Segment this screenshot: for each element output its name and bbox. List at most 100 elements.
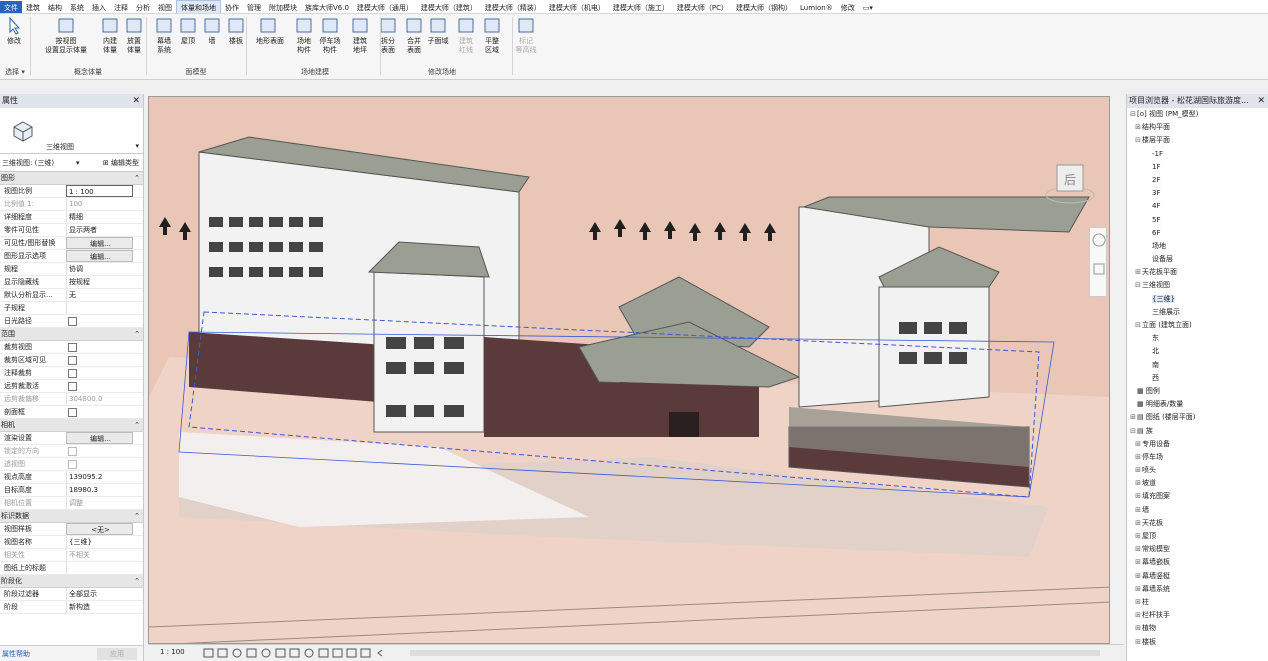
viewport-scrollbar[interactable] — [1112, 96, 1124, 644]
menu-item[interactable]: 修改 — [837, 1, 859, 13]
menu-item[interactable]: Lumion® — [796, 1, 837, 13]
menu-item[interactable]: 建模大师（精装） — [481, 1, 545, 13]
ribbon-button[interactable]: 内建 体量 — [98, 17, 122, 55]
menu-item[interactable]: 建模大师（施工） — [609, 1, 673, 13]
property-checkbox[interactable] — [68, 317, 77, 326]
3d-viewport[interactable]: 后 — [148, 96, 1110, 644]
browser-node[interactable]: ⊞天花板平面 — [1127, 266, 1268, 279]
property-checkbox[interactable] — [68, 460, 77, 469]
ribbon-button[interactable]: 按视图 设置显示体量 — [38, 17, 94, 55]
expand-icon[interactable]: ⊞ — [1134, 464, 1142, 477]
browser-node[interactable]: {三维} — [1127, 293, 1268, 306]
browser-node[interactable]: ⊞▤ 图纸 (楼层平面) — [1127, 411, 1268, 424]
property-value[interactable]: 1 : 100 — [66, 185, 133, 197]
browser-node[interactable]: ⊞栏杆扶手 — [1127, 609, 1268, 622]
browser-node[interactable]: ⊞植物 — [1127, 622, 1268, 635]
menu-item[interactable]: 管理 — [243, 1, 265, 13]
property-section[interactable]: 范围 ⌃ — [0, 328, 143, 341]
property-value[interactable]: 18980.3 — [66, 484, 133, 496]
menu-item[interactable]: 插入 — [88, 1, 110, 13]
menu-item[interactable]: 建筑 — [22, 1, 44, 13]
expand-icon[interactable]: ⊞ — [1129, 411, 1137, 424]
expand-icon[interactable]: ⊟ — [1129, 108, 1137, 121]
ribbon-button[interactable]: 放置 体量 — [122, 17, 146, 55]
property-checkbox[interactable] — [68, 382, 77, 391]
property-section[interactable]: 阶段化 ⌃ — [0, 575, 143, 588]
expand-icon[interactable]: ⊞ — [1134, 477, 1142, 490]
browser-node[interactable]: ⊟▤ 族 — [1127, 425, 1268, 438]
instance-filter[interactable]: 三维视图: (三维) — [2, 159, 54, 167]
property-value[interactable]: 协调 — [66, 263, 133, 275]
collapse-icon[interactable]: ⌃ — [134, 328, 140, 341]
ribbon-button[interactable]: 幕墙 系统 — [152, 17, 176, 55]
menu-item[interactable]: 建模大师（建筑） — [417, 1, 481, 13]
expand-icon[interactable]: ⊞ — [1134, 570, 1142, 583]
expand-icon[interactable]: ⊞ — [1134, 517, 1142, 530]
browser-node[interactable]: 3F — [1127, 187, 1268, 200]
horizontal-scrollbar[interactable] — [410, 650, 1100, 656]
browser-node[interactable]: ⊟楼层平面 — [1127, 134, 1268, 147]
browser-node[interactable]: ⊞常规模型 — [1127, 543, 1268, 556]
expand-icon[interactable]: ⊟ — [1134, 134, 1142, 147]
browser-node[interactable]: ⊞坡道 — [1127, 477, 1268, 490]
property-value[interactable]: 无 — [66, 289, 133, 301]
browser-node[interactable]: 2F — [1127, 174, 1268, 187]
menu-item[interactable]: 建模大师（PC） — [673, 1, 732, 13]
expand-icon[interactable]: ⊞ — [1134, 504, 1142, 517]
property-section[interactable]: 图形 ⌃ — [0, 172, 143, 185]
property-checkbox[interactable] — [68, 369, 77, 378]
expand-icon[interactable]: ⊞ — [1134, 121, 1142, 134]
properties-help-link[interactable]: 属性帮助 — [2, 649, 30, 659]
property-value[interactable]: <无> — [66, 523, 133, 535]
menu-item[interactable]: 文件 — [0, 1, 22, 13]
property-value[interactable] — [66, 302, 133, 314]
property-value[interactable]: 139095.2 — [66, 471, 133, 483]
property-value[interactable]: 编辑... — [66, 237, 133, 249]
browser-node[interactable]: 6F — [1127, 227, 1268, 240]
browser-node[interactable]: ⊟三维视图 — [1127, 279, 1268, 292]
expand-icon[interactable]: ⊞ — [1134, 636, 1142, 649]
browser-node[interactable]: 5F — [1127, 214, 1268, 227]
expand-icon[interactable]: ⊞ — [1134, 451, 1142, 464]
edit-type-button[interactable]: ⊞ 编辑类型 — [103, 154, 139, 172]
menu-item[interactable]: ▭▾ — [859, 1, 877, 13]
expand-icon[interactable]: ⊞ — [1134, 609, 1142, 622]
browser-node[interactable]: 东 — [1127, 332, 1268, 345]
menu-item[interactable]: 附加模块 — [265, 1, 301, 13]
property-checkbox[interactable] — [68, 356, 77, 365]
browser-node[interactable]: ⊞柱 — [1127, 596, 1268, 609]
browser-node[interactable]: 场地 — [1127, 240, 1268, 253]
menu-item[interactable]: 建模大师（钢构） — [732, 1, 796, 13]
property-value[interactable]: 精细 — [66, 211, 133, 223]
browser-node[interactable]: 南 — [1127, 359, 1268, 372]
browser-node[interactable]: ⊟立面 (建筑立面) — [1127, 319, 1268, 332]
browser-node[interactable]: ⊞结构平面 — [1127, 121, 1268, 134]
chevron-down-icon[interactable]: ▾ — [76, 154, 80, 172]
property-section[interactable]: 相机 ⌃ — [0, 419, 143, 432]
browser-node[interactable]: ⊞停车场 — [1127, 451, 1268, 464]
browser-node[interactable]: 1F — [1127, 161, 1268, 174]
browser-node[interactable]: ⊞幕墙嵌板 — [1127, 556, 1268, 569]
menu-item[interactable]: 建模大师（通用） — [353, 1, 417, 13]
menu-item[interactable]: 系统 — [66, 1, 88, 13]
ribbon-button[interactable]: 子面域 — [426, 17, 450, 46]
browser-node[interactable]: 三维展示 — [1127, 306, 1268, 319]
property-checkbox[interactable] — [68, 408, 77, 417]
ribbon-button[interactable]: 停车场 构件 — [318, 17, 342, 55]
ribbon-button[interactable]: 建筑 地坪 — [348, 17, 372, 55]
apply-button[interactable]: 应用 — [97, 648, 137, 660]
expand-icon[interactable]: ⊞ — [1134, 596, 1142, 609]
property-value[interactable]: 编辑... — [66, 250, 133, 262]
collapse-icon[interactable]: ⌃ — [134, 510, 140, 523]
expand-icon[interactable]: ⊞ — [1134, 490, 1142, 503]
browser-node[interactable]: 西 — [1127, 372, 1268, 385]
browser-node[interactable]: 设备层 — [1127, 253, 1268, 266]
expand-icon[interactable]: ⊞ — [1134, 438, 1142, 451]
browser-node[interactable]: ⊞屋顶 — [1127, 530, 1268, 543]
property-section[interactable]: 标识数据 ⌃ — [0, 510, 143, 523]
property-value[interactable]: {三维} — [66, 536, 133, 548]
browser-node[interactable]: ⊞天花板 — [1127, 517, 1268, 530]
ribbon-button[interactable]: 建筑 红线 — [454, 17, 478, 55]
expand-icon[interactable]: ⊞ — [1134, 622, 1142, 635]
close-icon[interactable]: ✕ — [1257, 94, 1265, 108]
